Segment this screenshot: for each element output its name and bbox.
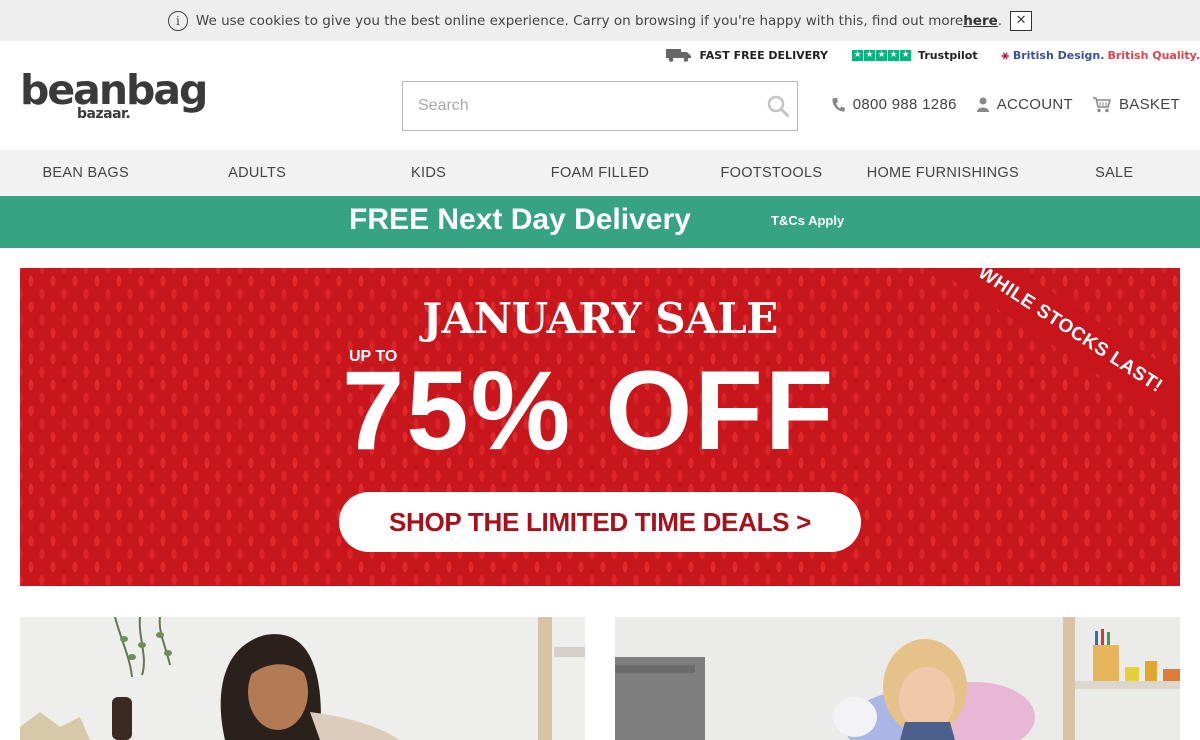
kids-lifestyle-image [615, 617, 1180, 740]
user-icon [976, 97, 989, 112]
hero-offer: 75% OFF [342, 348, 836, 473]
search-box [402, 81, 798, 131]
search-icon[interactable] [767, 95, 789, 117]
usp-british: ⚹ British Design. British Quality. [1002, 48, 1200, 63]
nav-item-home-furnishings[interactable]: HOME FURNISHINGS [857, 150, 1028, 196]
shop-deals-button[interactable]: SHOP THE LIMITED TIME DEALS > [339, 492, 861, 552]
star-icon: ★ [864, 49, 876, 61]
delivery-banner[interactable]: FREE Next Day Delivery T&Cs Apply [0, 196, 1200, 248]
phone-icon [832, 97, 845, 112]
site-logo[interactable]: beanbag bazaar. [20, 68, 208, 124]
usp-delivery-label: FAST FREE DELIVERY [699, 48, 829, 62]
basket-link[interactable]: BASKET [1093, 96, 1180, 113]
basket-icon [1093, 96, 1111, 112]
british-quality-text: British Quality. [1107, 48, 1200, 62]
account-link[interactable]: ACCOUNT [976, 96, 1073, 113]
search-input[interactable] [403, 82, 743, 130]
main-nav: BEAN BAGS ADULTS KIDS FOAM FILLED FOOTST… [0, 150, 1200, 196]
union-flag-icon: ⚹ [1001, 47, 1009, 62]
nav-item-sale[interactable]: SALE [1029, 150, 1200, 196]
hero-banner[interactable]: JANUARY SALE UP TO 75% OFF SHOP THE LIMI… [20, 268, 1180, 586]
star-icon: ★ [888, 49, 900, 61]
close-icon[interactable]: ✕ [1010, 10, 1033, 31]
trustpilot-stars: ★ ★ ★ ★ ★ [852, 49, 912, 61]
truck-icon [665, 49, 691, 62]
star-icon: ★ [852, 49, 864, 61]
adult-lifestyle-image [20, 617, 585, 740]
delivery-terms[interactable]: T&Cs Apply [771, 213, 844, 228]
nav-item-kids[interactable]: KIDS [343, 150, 514, 196]
info-icon: i [167, 10, 188, 31]
nav-item-adults[interactable]: ADULTS [171, 150, 342, 196]
nav-item-bean-bags[interactable]: BEAN BAGS [0, 150, 171, 196]
star-icon: ★ [876, 49, 888, 61]
star-icon: ★ [900, 49, 912, 61]
logo-sub: bazaar. [77, 106, 131, 122]
category-tile-adults[interactable] [20, 617, 585, 740]
usp-delivery: FAST FREE DELIVERY [665, 48, 829, 62]
usp-trustpilot[interactable]: ★ ★ ★ ★ ★ Trustpilot [852, 49, 978, 62]
usp-strip: FAST FREE DELIVERY ★ ★ ★ ★ ★ Trustpilot … [665, 44, 1200, 66]
nav-item-footstools[interactable]: FOOTSTOOLS [686, 150, 857, 196]
cookie-text: We use cookies to give you the best onli… [195, 12, 964, 29]
category-tile-kids[interactable] [615, 617, 1180, 740]
trustpilot-label: Trustpilot [918, 48, 978, 62]
phone-link[interactable]: 0800 988 1286 [831, 96, 957, 113]
nav-item-foam-filled[interactable]: FOAM FILLED [514, 150, 685, 196]
cookie-text-end: . [997, 12, 1003, 29]
header-links: 0800 988 1286 ACCOUNT BASKET [831, 96, 1180, 113]
cookie-banner: i We use cookies to give you the best on… [0, 0, 1200, 41]
account-label: ACCOUNT [996, 96, 1073, 113]
phone-number: 0800 988 1286 [852, 96, 957, 113]
delivery-headline: FREE Next Day Delivery [349, 203, 691, 236]
basket-label: BASKET [1119, 96, 1180, 113]
cookie-more-link[interactable]: here [963, 13, 998, 29]
british-design-text: British Design. [1012, 48, 1105, 62]
